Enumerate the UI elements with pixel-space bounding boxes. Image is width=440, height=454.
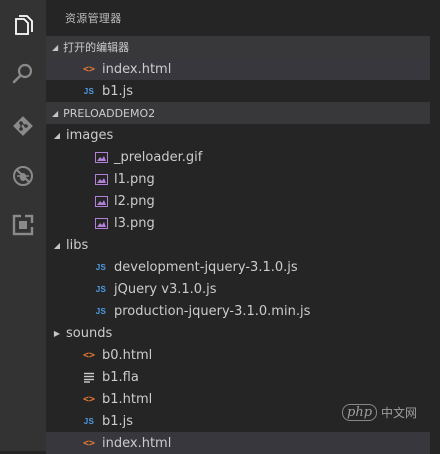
file-item[interactable]: JS jQuery v3.1.0.js xyxy=(46,278,430,300)
html-file-icon: <> xyxy=(82,437,96,449)
image-file-icon xyxy=(94,150,108,164)
watermark-text: 中文网 xyxy=(381,406,418,420)
file-label: _preloader.gif xyxy=(114,149,203,165)
project-label: PRELOADDEMO2 xyxy=(63,106,156,120)
explorer-sidebar: 资源管理器 ◢ 打开的编辑器 <> index.html JS b1.js ◢ … xyxy=(46,0,430,454)
open-editors-label: 打开的编辑器 xyxy=(63,41,130,54)
open-editor-item[interactable]: JS b1.js xyxy=(46,80,430,102)
open-editor-label: index.html xyxy=(102,61,172,77)
folder-label: sounds xyxy=(66,325,113,341)
file-item[interactable]: JS production-jquery-3.1.0.min.js xyxy=(46,300,430,322)
image-file-icon xyxy=(94,172,108,186)
image-file-icon xyxy=(94,216,108,230)
file-label: b1.js xyxy=(102,413,134,429)
file-label: index.html xyxy=(102,435,172,451)
chevron-down-icon: ◢ xyxy=(53,240,61,250)
file-label: l1.png xyxy=(114,171,155,187)
open-editors-header[interactable]: ◢ 打开的编辑器 xyxy=(46,36,430,58)
file-label: development-jquery-3.1.0.js xyxy=(114,259,298,275)
file-item[interactable]: l3.png xyxy=(46,212,430,234)
js-file-icon: JS xyxy=(83,416,95,426)
project-header[interactable]: ◢ PRELOADDEMO2 xyxy=(46,102,430,124)
watermark: php 中文网 xyxy=(342,404,417,421)
file-label: jQuery v3.1.0.js xyxy=(114,281,217,297)
text-file-icon xyxy=(82,370,96,384)
js-file-icon: JS xyxy=(95,262,107,272)
html-file-icon: <> xyxy=(82,63,96,75)
folder-libs[interactable]: ◢ libs xyxy=(46,234,430,256)
file-item[interactable]: l2.png xyxy=(46,190,430,212)
source-control-icon[interactable] xyxy=(0,106,46,146)
folder-label: images xyxy=(66,127,114,143)
open-editor-label: b1.js xyxy=(102,83,134,99)
image-file-icon xyxy=(94,194,108,208)
html-file-icon: <> xyxy=(82,393,96,405)
js-file-icon: JS xyxy=(83,86,95,96)
folder-sounds[interactable]: ▶ sounds xyxy=(46,322,430,344)
file-label: l3.png xyxy=(114,215,155,231)
folder-label: libs xyxy=(66,237,89,253)
open-editor-item[interactable]: <> index.html xyxy=(46,58,430,80)
file-label: l2.png xyxy=(114,193,155,209)
folder-images[interactable]: ◢ images xyxy=(46,124,430,146)
file-item[interactable]: b1.fla xyxy=(46,366,430,388)
chevron-down-icon: ◢ xyxy=(52,108,59,118)
chevron-down-icon: ◢ xyxy=(53,130,61,140)
file-label: b1.fla xyxy=(102,369,139,385)
html-file-icon: <> xyxy=(82,349,96,361)
file-label: production-jquery-3.1.0.min.js xyxy=(114,303,311,319)
js-file-icon: JS xyxy=(95,306,107,316)
explorer-title: 资源管理器 xyxy=(65,12,122,25)
search-icon[interactable] xyxy=(0,54,46,94)
js-file-icon: JS xyxy=(95,284,107,294)
file-label: b1.html xyxy=(102,391,153,407)
activity-bar xyxy=(0,0,46,451)
explorer-files-icon[interactable] xyxy=(0,6,46,46)
file-item[interactable]: _preloader.gif xyxy=(46,146,430,168)
watermark-badge: php xyxy=(342,404,378,421)
file-item[interactable]: <> b0.html xyxy=(46,344,430,366)
debug-icon[interactable] xyxy=(0,156,46,196)
file-label: b0.html xyxy=(102,347,153,363)
chevron-down-icon: ◢ xyxy=(52,42,59,52)
file-item[interactable]: JS development-jquery-3.1.0.js xyxy=(46,256,430,278)
extensions-icon[interactable] xyxy=(0,205,46,245)
chevron-right-icon: ▶ xyxy=(53,328,61,338)
file-item[interactable]: l1.png xyxy=(46,168,430,190)
